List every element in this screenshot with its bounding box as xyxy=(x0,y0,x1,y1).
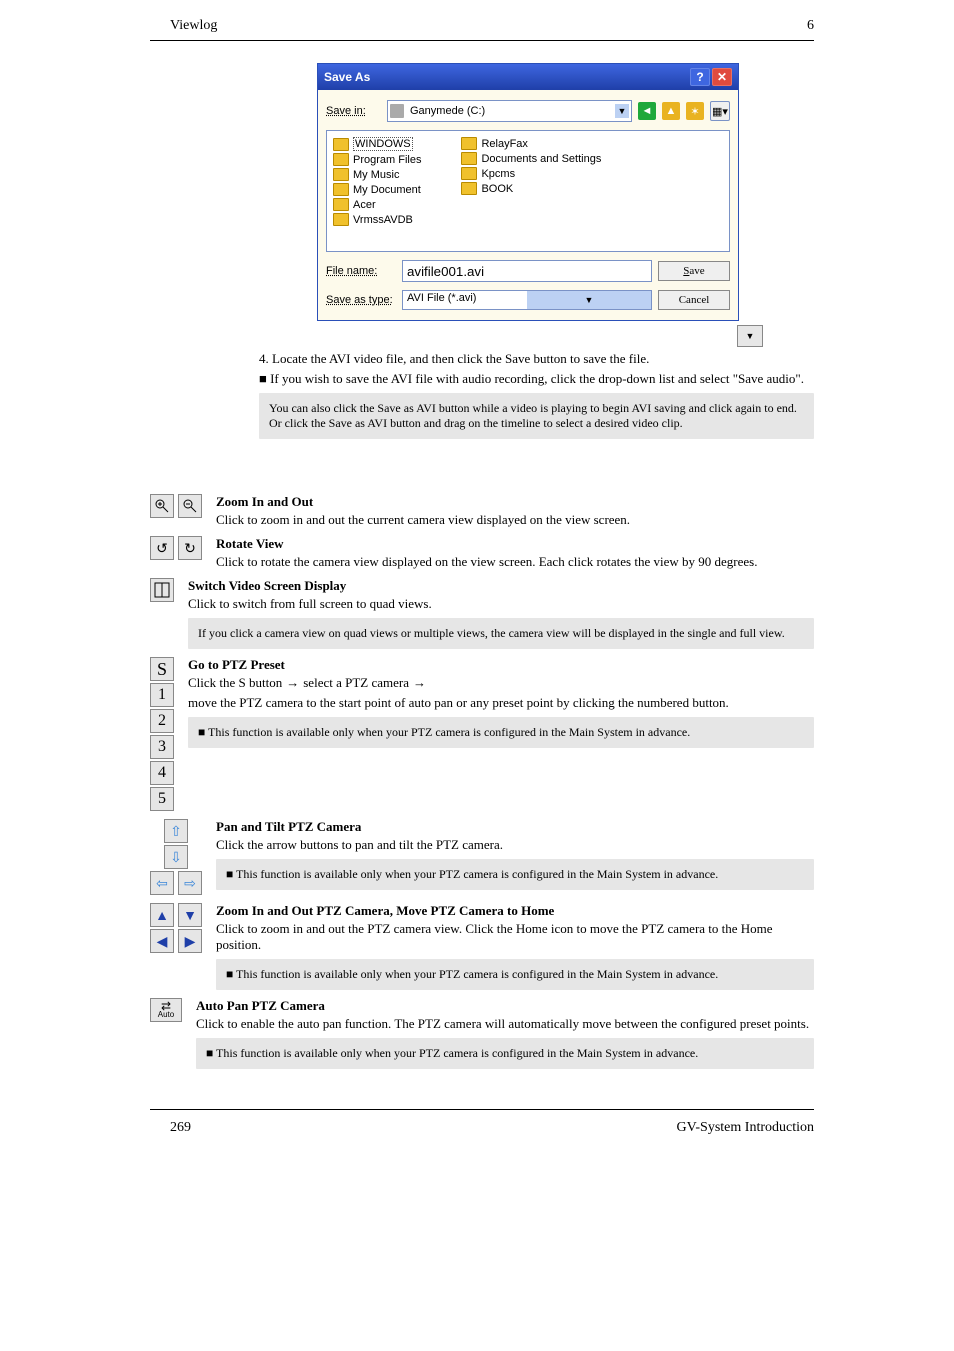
file-item[interactable]: My Document xyxy=(353,184,421,196)
auto-pan-button[interactable]: ⇄ Auto xyxy=(150,998,182,1022)
save-type-value: AVI File (*.avi) xyxy=(403,291,527,309)
save-in-value: Ganymede (C:) xyxy=(410,105,611,117)
up-one-level-icon[interactable]: ▲ xyxy=(662,102,680,120)
row-title: Auto Pan PTZ Camera xyxy=(196,998,814,1014)
save-type-label: Save as type: xyxy=(326,294,396,306)
file-list[interactable]: WINDOWS Program Files My Music My Docume… xyxy=(326,130,730,252)
row-body: Click to rotate the camera view displaye… xyxy=(216,554,814,570)
file-item[interactable]: Acer xyxy=(353,199,376,211)
file-item[interactable]: Program Files xyxy=(353,154,421,166)
new-folder-icon[interactable]: ✶ xyxy=(686,102,704,120)
folder-icon xyxy=(461,182,477,195)
zoom-in-button[interactable] xyxy=(150,494,174,518)
file-item[interactable]: Kpcms xyxy=(481,168,515,180)
zoom-out-button[interactable] xyxy=(178,494,202,518)
split-view-button[interactable] xyxy=(150,578,174,602)
row-note: If you click a camera view on quad views… xyxy=(188,618,814,649)
rotate-cw-button[interactable]: ↻ xyxy=(178,536,202,560)
row-note: ■ This function is available only when y… xyxy=(216,959,814,990)
ptz-preset-5-button[interactable]: 5 xyxy=(150,787,174,811)
cancel-button[interactable]: Cancel xyxy=(658,290,730,310)
folder-icon xyxy=(333,153,349,166)
ptz-preset-1-button[interactable]: 1 xyxy=(150,683,174,707)
row-note: ■ This function is available only when y… xyxy=(216,859,814,890)
folder-icon xyxy=(333,183,349,196)
back-icon[interactable]: ◄ xyxy=(638,102,656,120)
pan-right-button[interactable]: ⇨ xyxy=(178,871,202,895)
header-right: 6 xyxy=(807,18,814,34)
row-note: ■ This function is available only when y… xyxy=(188,717,814,748)
row-title: Zoom In and Out PTZ Camera, Move PTZ Cam… xyxy=(216,903,814,919)
views-icon[interactable]: ▦▾ xyxy=(710,101,730,121)
folder-icon xyxy=(461,137,477,150)
row-note: ■ This function is available only when y… xyxy=(196,1038,814,1069)
folder-icon xyxy=(333,168,349,181)
footer-left: 269 xyxy=(170,1120,191,1136)
row-title: Rotate View xyxy=(216,536,814,552)
file-item[interactable]: VrmssAVDB xyxy=(353,214,413,226)
save-type-combo[interactable]: AVI File (*.avi) ▼ xyxy=(402,290,652,310)
row-body: Click the arrow buttons to pan and tilt … xyxy=(216,837,814,853)
rotate-ccw-button[interactable]: ↺ xyxy=(150,536,174,560)
file-item[interactable]: WINDOWS xyxy=(353,137,413,151)
header-left: Viewlog xyxy=(170,18,217,34)
folder-icon xyxy=(333,138,349,151)
row-title: Switch Video Screen Display xyxy=(188,578,814,594)
row-body: Click to enable the auto pan function. T… xyxy=(196,1016,814,1032)
ptz-preset-4-button[interactable]: 4 xyxy=(150,761,174,785)
drive-icon xyxy=(390,104,404,118)
ptz-left-button[interactable]: ◀ xyxy=(150,929,174,953)
step-text: 4. Locate the AVI video file, and then c… xyxy=(259,351,814,367)
save-in-label: Save in: xyxy=(326,105,381,117)
help-button[interactable]: ? xyxy=(690,68,710,86)
ptz-zoom-out-button[interactable]: ▼ xyxy=(178,903,202,927)
dropdown-note: ■ If you wish to save the AVI file with … xyxy=(259,371,814,387)
note-block: You can also click the Save as AVI butto… xyxy=(259,393,814,439)
row-title: Pan and Tilt PTZ Camera xyxy=(216,819,814,835)
row-title: Zoom In and Out xyxy=(216,494,814,510)
footer-right: GV-System Introduction xyxy=(676,1120,814,1136)
pan-up-button[interactable]: ⇧ xyxy=(164,819,188,843)
file-name-input[interactable] xyxy=(402,260,652,282)
chevron-down-icon[interactable]: ▼ xyxy=(615,104,629,118)
row-body: Click to switch from full screen to quad… xyxy=(188,596,814,612)
folder-icon xyxy=(333,198,349,211)
folder-icon xyxy=(461,167,477,180)
ptz-preset-2-button[interactable]: 2 xyxy=(150,709,174,733)
dialog-title: Save As xyxy=(324,70,370,84)
pan-left-button[interactable]: ⇦ xyxy=(150,871,174,895)
ptz-preset-3-button[interactable]: 3 xyxy=(150,735,174,759)
ptz-right-button[interactable]: ▶ xyxy=(178,929,202,953)
folder-icon xyxy=(461,152,477,165)
file-item[interactable]: BOOK xyxy=(481,183,513,195)
row-body: Click to zoom in and out the current cam… xyxy=(216,512,814,528)
row-body: Click the S button → select a PTZ camera… xyxy=(188,675,814,711)
file-name-label: File name: xyxy=(326,265,396,277)
file-item[interactable]: Documents and Settings xyxy=(481,153,601,165)
file-item[interactable]: My Music xyxy=(353,169,399,181)
save-button[interactable]: Save xyxy=(658,261,730,281)
ptz-zoom-in-button[interactable]: ▲ xyxy=(150,903,174,927)
close-button[interactable]: ✕ xyxy=(712,68,732,86)
save-as-dialog: Save As ? ✕ Save in: Ganymede (C:) ▼ ◄ ▲… xyxy=(317,63,739,321)
row-title: Go to PTZ Preset xyxy=(188,657,814,673)
pan-down-button[interactable]: ⇩ xyxy=(164,845,188,869)
folder-icon xyxy=(333,213,349,226)
ptz-s-button[interactable]: S xyxy=(150,657,174,681)
dropdown-icon[interactable]: ▼ xyxy=(737,325,763,347)
row-body: Click to zoom in and out the PTZ camera … xyxy=(216,921,814,953)
file-item[interactable]: RelayFax xyxy=(481,138,527,150)
chevron-down-icon[interactable]: ▼ xyxy=(527,291,651,309)
save-in-combo[interactable]: Ganymede (C:) ▼ xyxy=(387,100,632,122)
